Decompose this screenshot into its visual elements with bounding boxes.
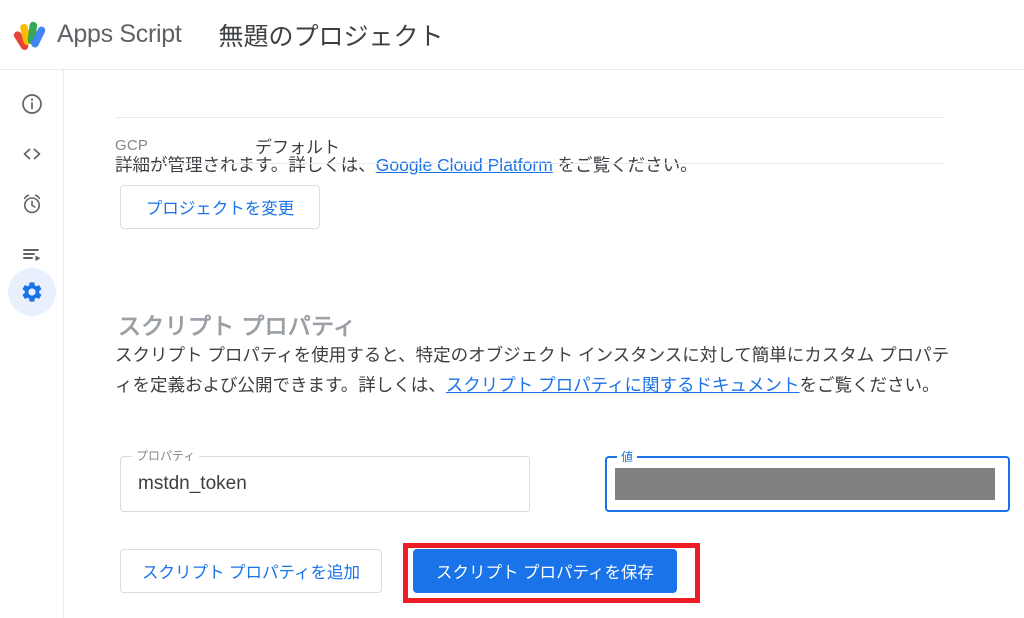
sidebar-item-settings[interactable] bbox=[8, 268, 56, 316]
brand-name: Apps Script bbox=[57, 20, 182, 48]
sidebar-item-overview[interactable] bbox=[8, 80, 56, 128]
property-value-field[interactable]: 値 bbox=[605, 450, 1010, 512]
app-header: Apps Script 無題のプロジェクト bbox=[0, 0, 1024, 70]
sidebar-item-editor[interactable] bbox=[8, 130, 56, 178]
script-properties-description: スクリプト プロパティを使用すると、特定のオブジェクト インスタンスに対して簡単… bbox=[115, 340, 955, 400]
alarm-clock-icon bbox=[20, 192, 44, 216]
gcp-row-value: デフォルト bbox=[255, 137, 340, 157]
add-script-property-button[interactable]: スクリプト プロパティを追加 bbox=[120, 549, 382, 593]
save-script-properties-button[interactable]: スクリプト プロパティを保存 bbox=[413, 549, 677, 593]
brand[interactable]: Apps Script bbox=[13, 18, 182, 52]
property-key-field[interactable]: プロパティ mstdn_token bbox=[120, 449, 530, 512]
gcp-row-label: GCP bbox=[115, 136, 149, 154]
execution-log-icon bbox=[20, 242, 44, 266]
code-brackets-icon bbox=[20, 142, 44, 166]
project-title[interactable]: 無題のプロジェクト bbox=[219, 17, 444, 53]
script-properties-section-title: スクリプト プロパティ bbox=[118, 313, 357, 340]
script-properties-doc-link[interactable]: スクリプト プロパティに関するドキュメント bbox=[446, 375, 800, 395]
gcp-row-divider-top bbox=[115, 117, 945, 118]
gear-icon bbox=[20, 280, 44, 304]
property-key-field-value: mstdn_token bbox=[138, 473, 247, 494]
script-property-row: プロパティ mstdn_token 値 bbox=[120, 449, 1010, 514]
sidebar-item-triggers[interactable] bbox=[8, 180, 56, 228]
gcp-row-divider-bottom bbox=[115, 163, 945, 164]
property-value-field-label: 値 bbox=[617, 450, 638, 464]
gcp-intro-text-after: をご覧ください。 bbox=[552, 154, 698, 175]
settings-content: 詳細が管理されます。詳しくは、Google Cloud Platform をご覧… bbox=[65, 70, 1024, 618]
info-circle-icon bbox=[20, 92, 44, 116]
script-properties-desc-after: をご覧ください。 bbox=[799, 374, 940, 395]
sidebar-rail bbox=[0, 70, 64, 618]
change-project-button[interactable]: プロジェクトを変更 bbox=[120, 185, 320, 229]
apps-script-logo-icon bbox=[13, 18, 49, 52]
google-cloud-platform-link[interactable]: Google Cloud Platform bbox=[376, 155, 553, 175]
gcp-row: GCP デフォルト bbox=[115, 127, 340, 163]
property-value-redaction-bar bbox=[615, 468, 995, 500]
